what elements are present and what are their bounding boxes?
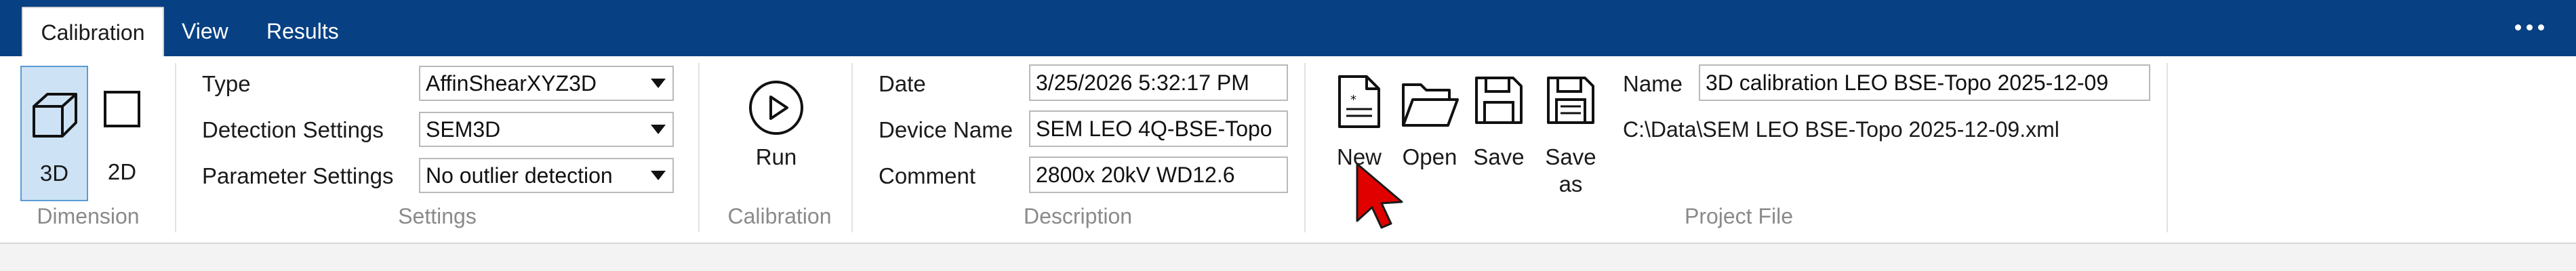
save-as-icon (1547, 77, 1594, 124)
detection-settings-dropdown[interactable]: SEM3D (419, 112, 674, 147)
parameter-settings-dropdown[interactable]: No outlier detection (419, 158, 674, 193)
new-file-icon: * (1338, 75, 1380, 128)
project-name-field[interactable]: 3D calibration LEO BSE-Topo 2025-12-09 (1699, 64, 2150, 101)
dimension-2d-label: 2D (107, 159, 137, 184)
comment-field[interactable]: 2800x 20kV WD12.6 (1029, 157, 1288, 193)
device-name-label: Device Name (879, 117, 1013, 142)
chevron-down-icon (651, 125, 666, 134)
dimension-3d-label: 3D (39, 161, 69, 186)
chevron-down-icon (651, 171, 666, 180)
tab-calibration[interactable]: Calibration (22, 7, 164, 56)
calibration-group-label: Calibration (727, 204, 832, 228)
cube-icon (33, 93, 77, 138)
dimension-group-label: Dimension (37, 204, 140, 228)
status-strip (0, 244, 2576, 271)
group-separator (698, 63, 700, 232)
detection-settings-label: Detection Settings (202, 117, 384, 142)
square-icon (104, 91, 140, 127)
chevron-down-icon (651, 79, 666, 88)
comment-label: Comment (879, 163, 976, 188)
save-button[interactable]: Save (1462, 66, 1536, 201)
folder-open-icon (1402, 83, 1459, 127)
more-options-icon[interactable] (2515, 20, 2549, 34)
type-dropdown[interactable]: AffinShearXYZ3D (419, 66, 674, 101)
parameter-settings-value: No outlier detection (426, 163, 613, 188)
group-separator (1304, 63, 1306, 232)
tab-results[interactable]: Results (266, 7, 339, 56)
dimension-3d-button[interactable]: 3D (20, 66, 88, 201)
ribbon-tab-bar: Calibration View Results (0, 0, 2576, 56)
run-label: Run (755, 144, 797, 169)
play-icon (749, 81, 803, 135)
ribbon-panel: 3D 2D Dimension Type AffinShearXYZ3D Det… (0, 56, 2576, 244)
project-file-group-label: Project File (1684, 204, 1794, 228)
tab-view[interactable]: View (182, 7, 228, 56)
svg-text:*: * (1350, 93, 1356, 107)
type-label: Type (202, 71, 251, 96)
parameter-settings-label: Parameter Settings (202, 163, 394, 188)
save-as-label-line1: Save (1545, 144, 1596, 169)
run-button[interactable]: Run (725, 66, 827, 201)
description-group-label: Description (1023, 204, 1133, 228)
type-value: AffinShearXYZ3D (426, 71, 597, 96)
project-file-path: C:\Data\SEM LEO BSE-Topo 2025-12-09.xml (1623, 117, 2059, 142)
save-as-label-line2: as (1558, 171, 1583, 196)
mouse-cursor-icon (1356, 163, 1403, 229)
save-disk-icon (1475, 77, 1523, 124)
save-as-button[interactable]: Save as (1533, 66, 1608, 201)
dimension-2d-button[interactable]: 2D (95, 66, 149, 201)
detection-settings-value: SEM3D (426, 117, 501, 142)
date-field[interactable]: 3/25/2026 5:32:17 PM (1029, 64, 1288, 101)
date-label: Date (879, 71, 926, 96)
device-name-field[interactable]: SEM LEO 4Q-BSE-Topo (1029, 110, 1288, 147)
group-separator (175, 63, 176, 232)
group-separator (851, 63, 853, 232)
settings-group-label: Settings (398, 204, 477, 228)
group-separator (2167, 63, 2168, 232)
project-name-label: Name (1623, 71, 1683, 96)
save-label: Save (1473, 144, 1525, 169)
